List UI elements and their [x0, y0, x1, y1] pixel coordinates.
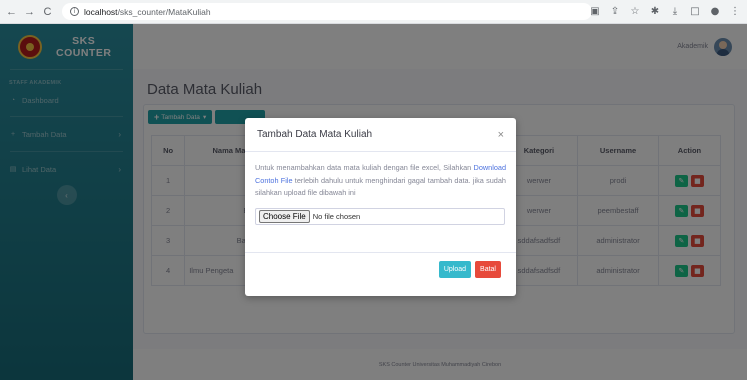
menu-dots-icon[interactable]: ⋮: [729, 5, 741, 17]
translate-icon[interactable]: ▣: [589, 5, 601, 17]
file-status: No file chosen: [312, 211, 361, 221]
upload-modal: Tambah Data Mata Kuliah × Untuk menambah…: [245, 118, 516, 296]
modal-instructions: Untuk menambahkan data mata kuliah denga…: [255, 162, 506, 200]
instructions-text-after: terlebih dahulu untuk menghindari gagal …: [255, 175, 506, 198]
info-icon[interactable]: i: [70, 7, 79, 16]
modal-footer: Upload Batal: [245, 252, 516, 296]
extensions-puzzle-icon[interactable]: ✱: [649, 5, 661, 17]
url-host: localhost: [84, 6, 118, 17]
url-path: /sks_counter/MataKuliah: [117, 6, 211, 17]
forward-icon[interactable]: →: [23, 5, 36, 18]
file-input[interactable]: Choose File No file chosen: [255, 207, 505, 225]
modal-title: Tambah Data Mata Kuliah: [257, 129, 373, 140]
cancel-button[interactable]: Batal: [475, 261, 501, 278]
address-bar[interactable]: i localhost/sks_counter/MataKuliah: [62, 3, 592, 20]
choose-file-button[interactable]: Choose File: [259, 209, 310, 223]
side-panel-icon[interactable]: □: [689, 5, 701, 17]
instructions-text-before: Untuk menambahkan data mata kuliah denga…: [255, 163, 474, 172]
back-icon[interactable]: ←: [5, 5, 18, 18]
browser-toolbar: ← → C i localhost/sks_counter/MataKuliah…: [0, 0, 747, 24]
profile-icon[interactable]: ●: [709, 5, 721, 17]
reload-icon[interactable]: C: [41, 5, 54, 18]
download-icon[interactable]: ⤓: [669, 5, 681, 17]
share-icon[interactable]: ⇪: [609, 5, 621, 17]
modal-header: Tambah Data Mata Kuliah ×: [245, 118, 516, 152]
bookmark-star-icon[interactable]: ☆: [629, 5, 641, 17]
extension-icons: ▣ ⇪ ☆ ✱ ⤓ □ ● ⋮: [589, 5, 741, 17]
close-icon[interactable]: ×: [498, 129, 504, 141]
upload-button[interactable]: Upload: [438, 261, 472, 278]
modal-body: Untuk menambahkan data mata kuliah denga…: [245, 152, 516, 225]
